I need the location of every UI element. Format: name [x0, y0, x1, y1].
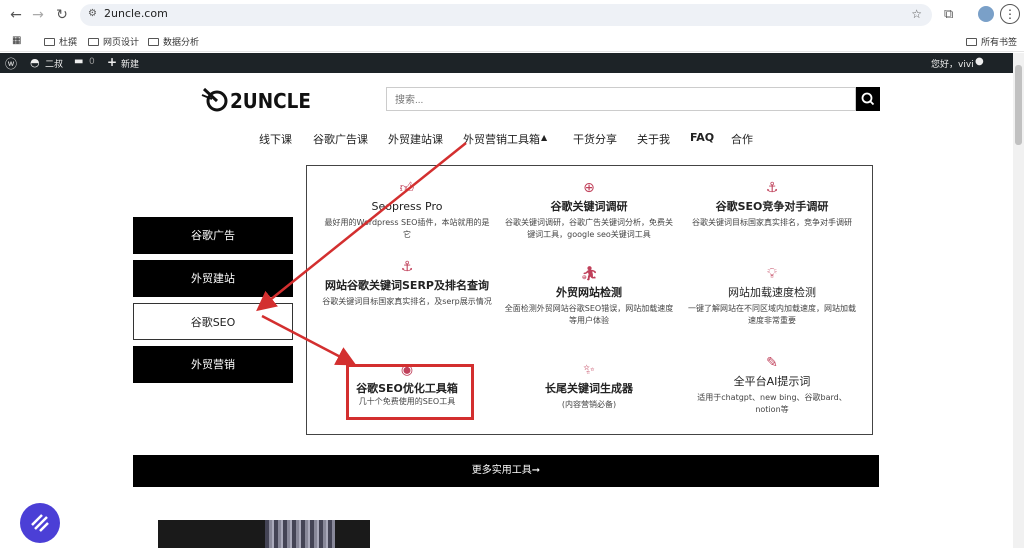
tool-desc: 一键了解网站在不同区域内加载速度，网站加载速度非常重要 [688, 304, 856, 325]
logo-swirl-icon [201, 87, 228, 112]
tool-card[interactable]: ✎ 全平台AI提示词 适用于chatgpt、new bing、谷歌bard、no… [687, 355, 857, 416]
browser-toolbar: ← → ↻ ⚙ 2uncle.com ☆ ⧉ ⋮ [0, 0, 1024, 30]
nav-item[interactable]: 线下课 [259, 131, 292, 147]
bookmarks-bar: ▦ 杜撰 网页设计 数据分析 所有书签 [0, 30, 1024, 52]
edit-icon: ✎ [766, 355, 778, 371]
logo-text: 2UNCLE [230, 89, 311, 113]
floating-action-button[interactable] [20, 503, 60, 543]
folder-icon [966, 38, 977, 46]
nav-item[interactable]: 干货分享 [573, 131, 617, 147]
bookmark-label: 所有书签 [981, 38, 1018, 48]
tool-title: Seopress Pro [371, 200, 443, 213]
tool-card[interactable]: ⚓︎ 谷歌SEO竞争对手调研 谷歌关键词目标国家真实排名，竞争对手调研 [687, 180, 857, 229]
extensions-icon[interactable]: ⧉ [944, 7, 953, 22]
tool-card[interactable]: ⚓︎ 网站谷歌关键词SERP及排名查询 谷歌关键词目标国家真实排名，及serp展… [322, 259, 492, 308]
nav-item[interactable]: 关于我 [637, 131, 670, 147]
bookmark-folder[interactable]: 杜撰 [44, 35, 77, 48]
more-tools-button[interactable]: 更多实用工具➞ [133, 455, 879, 487]
wp-site-name[interactable]: 二叔 [45, 57, 63, 70]
search-icon [861, 92, 875, 106]
tool-card[interactable]: ✨︎ 长尾关键词生成器 (内容营销必备) [504, 362, 674, 411]
tool-card[interactable]: 👍︎ Seopress Pro 最好用的Wordpress SEO插件，本站就用… [322, 180, 492, 241]
nav-item-toolbox[interactable]: 外贸营销工具箱 [463, 131, 540, 147]
lightbulb-icon: 💡︎ [767, 266, 777, 282]
search-box[interactable] [386, 87, 856, 112]
tool-desc: 谷歌关键词调研，谷歌广告关键词分析，免费关键词工具，google seo关键词工… [505, 218, 673, 239]
comment-icon[interactable]: ▬ [74, 56, 83, 67]
all-bookmarks[interactable]: 所有书签 [966, 35, 1017, 48]
site-info-icon[interactable]: ⚙ [88, 8, 97, 19]
author-photo [158, 520, 370, 548]
search-button[interactable] [856, 87, 880, 111]
tool-desc: (内容营销必备) [561, 400, 617, 409]
tool-title: 谷歌SEO竞争对手调研 [715, 200, 829, 213]
sidebar-item-website[interactable]: 外贸建站 [133, 260, 293, 297]
bookmark-label: 数据分析 [163, 38, 200, 48]
anchor-icon: ⚓︎ [400, 259, 414, 275]
tool-title: 谷歌关键词调研 [550, 200, 628, 213]
folder-icon [148, 38, 159, 46]
plus-icon[interactable]: + [107, 55, 117, 69]
nav-item[interactable]: 谷歌广告课 [313, 131, 368, 147]
main-nav: 线下课 谷歌广告课 外贸建站课 外贸营销工具箱 ▲ 干货分享 关于我 FAQ 合… [0, 131, 1013, 147]
bookmark-folder[interactable]: 网页设计 [88, 35, 139, 48]
tool-title: 外贸网站检测 [556, 286, 622, 299]
sidebar-item-google-ads[interactable]: 谷歌广告 [133, 217, 293, 254]
tool-desc: 最好用的Wordpress SEO插件，本站就用的是它 [324, 218, 490, 239]
anchor-icon: ⚓︎ [765, 180, 779, 196]
bookmark-label: 杜撰 [59, 38, 78, 48]
reload-icon[interactable]: ↻ [52, 5, 72, 25]
nav-item[interactable]: 合作 [731, 131, 753, 147]
bookmark-label: 网页设计 [103, 38, 140, 48]
magic-wand-icon: ✨︎ [583, 362, 595, 378]
tool-card[interactable]: ⛹︎ 外贸网站检测 全面检测外贸网站谷歌SEO错误，网站加载速度等用户体验 [504, 266, 674, 327]
dashboard-icon[interactable]: ◓ [30, 56, 40, 69]
nav-item[interactable]: FAQ [690, 131, 714, 144]
apps-grid-icon[interactable]: ▦ [12, 35, 21, 46]
wp-admin-bar: ⓦ ◓ 二叔 ▬ 0 + 新建 您好，vivi ● [0, 53, 1013, 73]
tool-title: 网站加载速度检测 [728, 286, 816, 299]
folder-icon [44, 38, 55, 46]
sidebar-item-marketing[interactable]: 外贸营销 [133, 346, 293, 383]
menu-stripes-icon [31, 514, 49, 532]
profile-avatar[interactable] [978, 6, 994, 22]
search-input[interactable] [387, 89, 855, 112]
nav-item[interactable]: 外贸建站课 [388, 131, 443, 147]
author-photo-shirt [265, 520, 335, 548]
wp-new-link[interactable]: 新建 [121, 57, 139, 70]
comment-count: 0 [89, 57, 95, 67]
tool-desc: 谷歌关键词目标国家真实排名，竞争对手调研 [692, 218, 852, 227]
user-icon[interactable]: ● [975, 56, 984, 67]
bookmark-folder[interactable]: 数据分析 [148, 35, 199, 48]
forward-icon[interactable]: → [28, 5, 48, 25]
back-icon[interactable]: ← [6, 5, 26, 25]
thumbs-up-icon: 👍︎ [399, 180, 415, 196]
tool-title: 网站谷歌关键词SERP及排名查询 [325, 279, 489, 292]
tool-title: 长尾关键词生成器 [545, 382, 633, 395]
annotation-highlight-box [346, 364, 474, 420]
browser-menu-icon[interactable]: ⋮ [1000, 4, 1020, 24]
sidebar-item-google-seo[interactable]: 谷歌SEO [133, 303, 293, 340]
site-logo[interactable]: 2UNCLE [200, 86, 311, 116]
tool-card[interactable]: 💡︎ 网站加载速度检测 一键了解网站在不同区域内加载速度，网站加载速度非常重要 [687, 266, 857, 327]
wp-greeting[interactable]: 您好，vivi [931, 57, 974, 70]
bookmark-star-icon[interactable]: ☆ [911, 7, 922, 21]
tool-desc: 全面检测外贸网站谷歌SEO错误，网站加载速度等用户体验 [504, 304, 674, 325]
tool-card[interactable]: ⊕ 谷歌关键词调研 谷歌关键词调研，谷歌广告关键词分析，免费关键词工具，goog… [504, 180, 674, 241]
page-scrollbar[interactable] [1013, 53, 1024, 548]
tool-desc: 适用于chatgpt、new bing、谷歌bard、notion等 [697, 393, 847, 414]
wordpress-icon[interactable]: ⓦ [5, 55, 17, 72]
caret-up-icon: ▲ [541, 133, 548, 142]
folder-icon [88, 38, 99, 46]
tool-title: 全平台AI提示词 [733, 375, 811, 388]
user-check-icon: ⛹︎ [580, 266, 598, 282]
scroll-thumb[interactable] [1015, 65, 1022, 145]
search-plus-icon: ⊕ [583, 180, 595, 196]
tool-desc: 谷歌关键词目标国家真实排名，及serp展示情况 [322, 297, 492, 306]
url-text[interactable]: 2uncle.com [104, 7, 168, 20]
address-bar[interactable]: ⚙ 2uncle.com ☆ [80, 4, 932, 26]
